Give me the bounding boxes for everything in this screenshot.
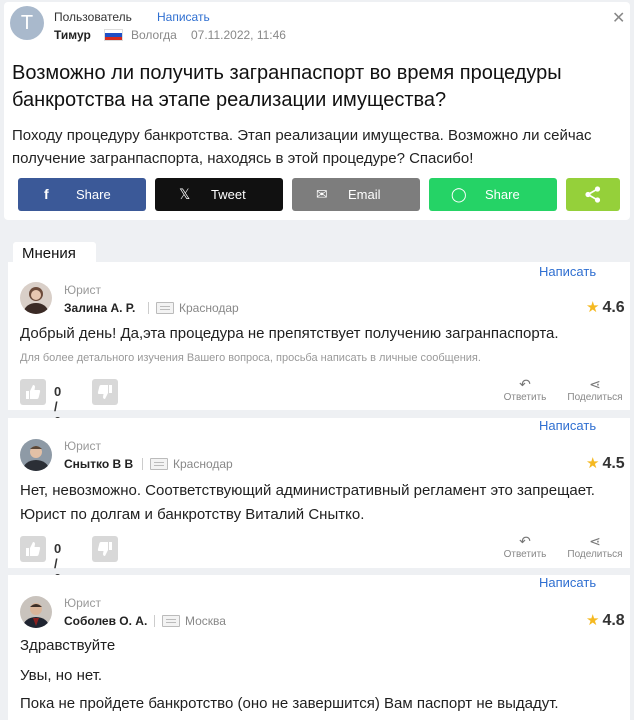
share-label: Поделиться [567,549,623,560]
share-label: Поделиться [567,392,623,403]
lawyer-name[interactable]: Соболев О. А. [64,614,147,628]
thumbs-down-button[interactable] [92,536,118,562]
lawyer-role: Юрист [64,596,101,610]
facebook-share-label: Share [76,187,111,202]
lawyer-city: Москва [185,614,226,628]
answer-line: Увы, но нет. [20,667,103,684]
rating-value: 4.8 [602,612,625,629]
answer-line: Здравствуйте [20,637,116,654]
answer-note: Для более детального изучения Вашего воп… [20,352,481,364]
lawyer-rating: ★ 4.8 [586,611,625,630]
reply-button[interactable]: ↶ Ответить [497,533,553,560]
envelope-icon: ✉ [316,186,328,202]
city-icon [162,615,180,627]
lawyer-city: Краснодар [179,301,239,315]
question-body: Походу процедуру банкротства. Этап реали… [12,127,592,167]
whatsapp-share-label: Share [485,187,520,202]
lawyer-avatar[interactable] [20,596,52,628]
russia-flag-icon [104,29,123,41]
user-avatar: T [10,6,44,40]
lawyer-role: Юрист [64,439,101,453]
user-role: Пользователь [54,10,132,24]
share-network-icon [585,186,601,203]
twitter-tweet-button[interactable]: 𝕏 Tweet [155,178,283,211]
city-icon [150,458,168,470]
sharethis-button[interactable] [566,178,620,211]
share-icon: ⋖ [589,376,601,392]
thumbs-up-icon [26,542,41,556]
thumbs-up-button[interactable] [20,536,46,562]
answer-share-button[interactable]: ⋖ Поделиться [563,376,627,403]
thumbs-down-button[interactable] [92,379,118,405]
user-name[interactable]: Тимур [54,28,91,42]
close-icon[interactable]: ✕ [612,8,625,28]
reply-arrow-icon: ↶ [519,533,531,549]
lawyer-avatar[interactable] [20,439,52,471]
answer-line: Пока не пройдете банкротство (оно не зав… [20,695,559,712]
lawyer-role: Юрист [64,283,101,297]
star-icon: ★ [586,455,600,472]
thumbs-up-button[interactable] [20,379,46,405]
lawyer-name[interactable]: Залина А. Р. [64,301,135,315]
reply-label: Ответить [503,549,547,560]
answer-text: Добрый день! Да,эта процедура не препятс… [20,325,559,342]
lawyer-name[interactable]: Снытко В В [64,457,133,471]
thumbs-down-icon [97,385,112,399]
lawyer-rating: ★ 4.5 [586,454,625,473]
divider [154,615,155,627]
lawyer-rating: ★ 4.6 [586,298,625,317]
user-city: Вологда [131,28,177,42]
answer-share-button[interactable]: ⋖ Поделиться [563,533,627,560]
reply-button[interactable]: ↶ Ответить [497,376,553,403]
write-lawyer-link[interactable]: Написать [539,575,596,590]
rating-value: 4.5 [602,455,625,472]
facebook-icon: f [44,186,49,202]
share-icon: ⋖ [589,533,601,549]
star-icon: ★ [586,612,600,629]
email-share-button[interactable]: ✉ Email [292,178,420,211]
divider [142,458,143,470]
tweet-label: Tweet [211,187,246,202]
star-icon: ★ [586,299,600,316]
question-card: T Пользователь Написать Тимур Вологда 07… [4,2,630,220]
email-label: Email [348,187,381,202]
write-lawyer-link[interactable]: Написать [539,418,596,433]
city-icon [156,302,174,314]
lawyer-avatar[interactable] [20,282,52,314]
answer-card: Написать Юрист Соболев О. А. Москва ★ 4.8… [8,575,630,720]
write-user-link[interactable]: Написать [157,10,210,24]
question-title: Возможно ли получить загранпаспорт во вр… [12,62,562,111]
answer-card: Написать Юрист Снытко В В Краснодар ★ 4.5… [8,418,630,586]
whatsapp-icon: ◯ [451,186,467,202]
question-date: 07.11.2022, 11:46 [191,28,286,42]
facebook-share-button[interactable]: f Share [18,178,146,211]
lawyer-city: Краснодар [173,457,233,471]
write-lawyer-link[interactable]: Написать [539,264,596,279]
reply-label: Ответить [503,392,547,403]
divider [148,302,149,314]
whatsapp-share-button[interactable]: ◯ Share [429,178,557,211]
thumbs-down-icon [97,542,112,556]
rating-value: 4.6 [602,299,625,316]
x-twitter-icon: 𝕏 [179,186,191,202]
answer-card: Написать Юрист Залина А. Р. Краснодар ★ 4… [8,262,630,429]
answer-text: Нет, невозможно. Соответствующий админис… [20,482,595,523]
reply-arrow-icon: ↶ [519,376,531,392]
thumbs-up-icon [26,385,41,399]
